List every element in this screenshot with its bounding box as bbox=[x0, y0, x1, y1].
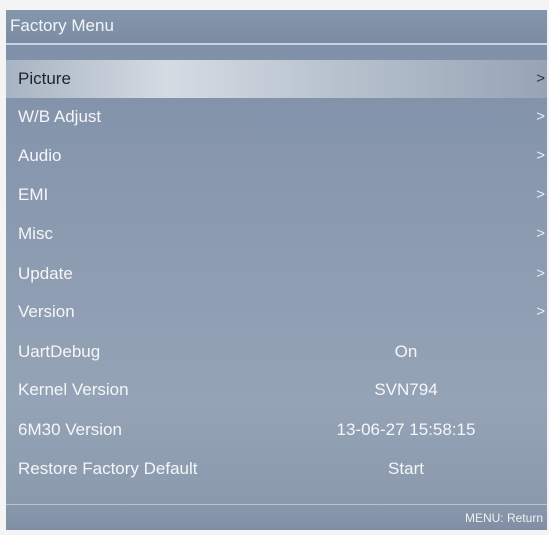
chevron-right-icon: > bbox=[536, 108, 545, 125]
menu-title: Factory Menu bbox=[10, 16, 114, 35]
menu-item-label: Misc bbox=[18, 224, 53, 243]
menu-item-label: Version bbox=[18, 302, 75, 321]
kernel-version-value: SVN794 bbox=[374, 380, 438, 399]
menu-return-hint: MENU: Return bbox=[464, 511, 543, 525]
menu-item-uartdebug[interactable]: UartDebug On bbox=[6, 333, 547, 371]
chevron-right-icon: > bbox=[536, 70, 545, 87]
footer-bar: MENU: Return bbox=[6, 504, 547, 530]
menu-item-label: Picture bbox=[18, 69, 71, 88]
menu-item-label: Kernel Version bbox=[18, 380, 129, 399]
menu-item-version[interactable]: Version > bbox=[6, 293, 547, 331]
uartdebug-value: On bbox=[394, 342, 418, 361]
menu-item-wb-adjust[interactable]: W/B Adjust > bbox=[6, 98, 547, 136]
menu-item-label: EMI bbox=[18, 185, 49, 204]
menu-item-label: 6M30 Version bbox=[18, 420, 122, 439]
title-bar: Factory Menu bbox=[6, 10, 547, 45]
menu-item-label: Restore Factory Default bbox=[18, 459, 198, 478]
menu-item-audio[interactable]: Audio > bbox=[6, 137, 547, 175]
menu-item-picture[interactable]: Picture > bbox=[6, 60, 547, 98]
chevron-right-icon: > bbox=[536, 147, 545, 164]
menu-item-update[interactable]: Update > bbox=[6, 255, 547, 293]
menu-item-label: Update bbox=[18, 264, 73, 283]
menu-item-6m30-version[interactable]: 6M30 Version 13-06-27 15:58:15 bbox=[6, 411, 547, 449]
factory-menu-screen: Factory Menu Picture > W/B Adjust > Audi… bbox=[6, 10, 547, 530]
menu-item-emi[interactable]: EMI > bbox=[6, 176, 547, 214]
menu-item-restore-factory-default[interactable]: Restore Factory Default Start bbox=[6, 450, 547, 488]
6m30-version-value: 13-06-27 15:58:15 bbox=[336, 420, 476, 439]
chevron-right-icon: > bbox=[536, 225, 545, 242]
menu-item-label: Audio bbox=[18, 146, 62, 165]
chevron-right-icon: > bbox=[536, 265, 545, 282]
menu-item-label: UartDebug bbox=[18, 342, 101, 361]
chevron-right-icon: > bbox=[536, 303, 545, 320]
menu-item-misc[interactable]: Misc > bbox=[6, 215, 547, 253]
chevron-right-icon: > bbox=[536, 186, 545, 203]
restore-factory-default-value: Start bbox=[388, 459, 424, 478]
menu-item-kernel-version[interactable]: Kernel Version SVN794 bbox=[6, 371, 547, 409]
menu-item-label: W/B Adjust bbox=[18, 107, 102, 126]
